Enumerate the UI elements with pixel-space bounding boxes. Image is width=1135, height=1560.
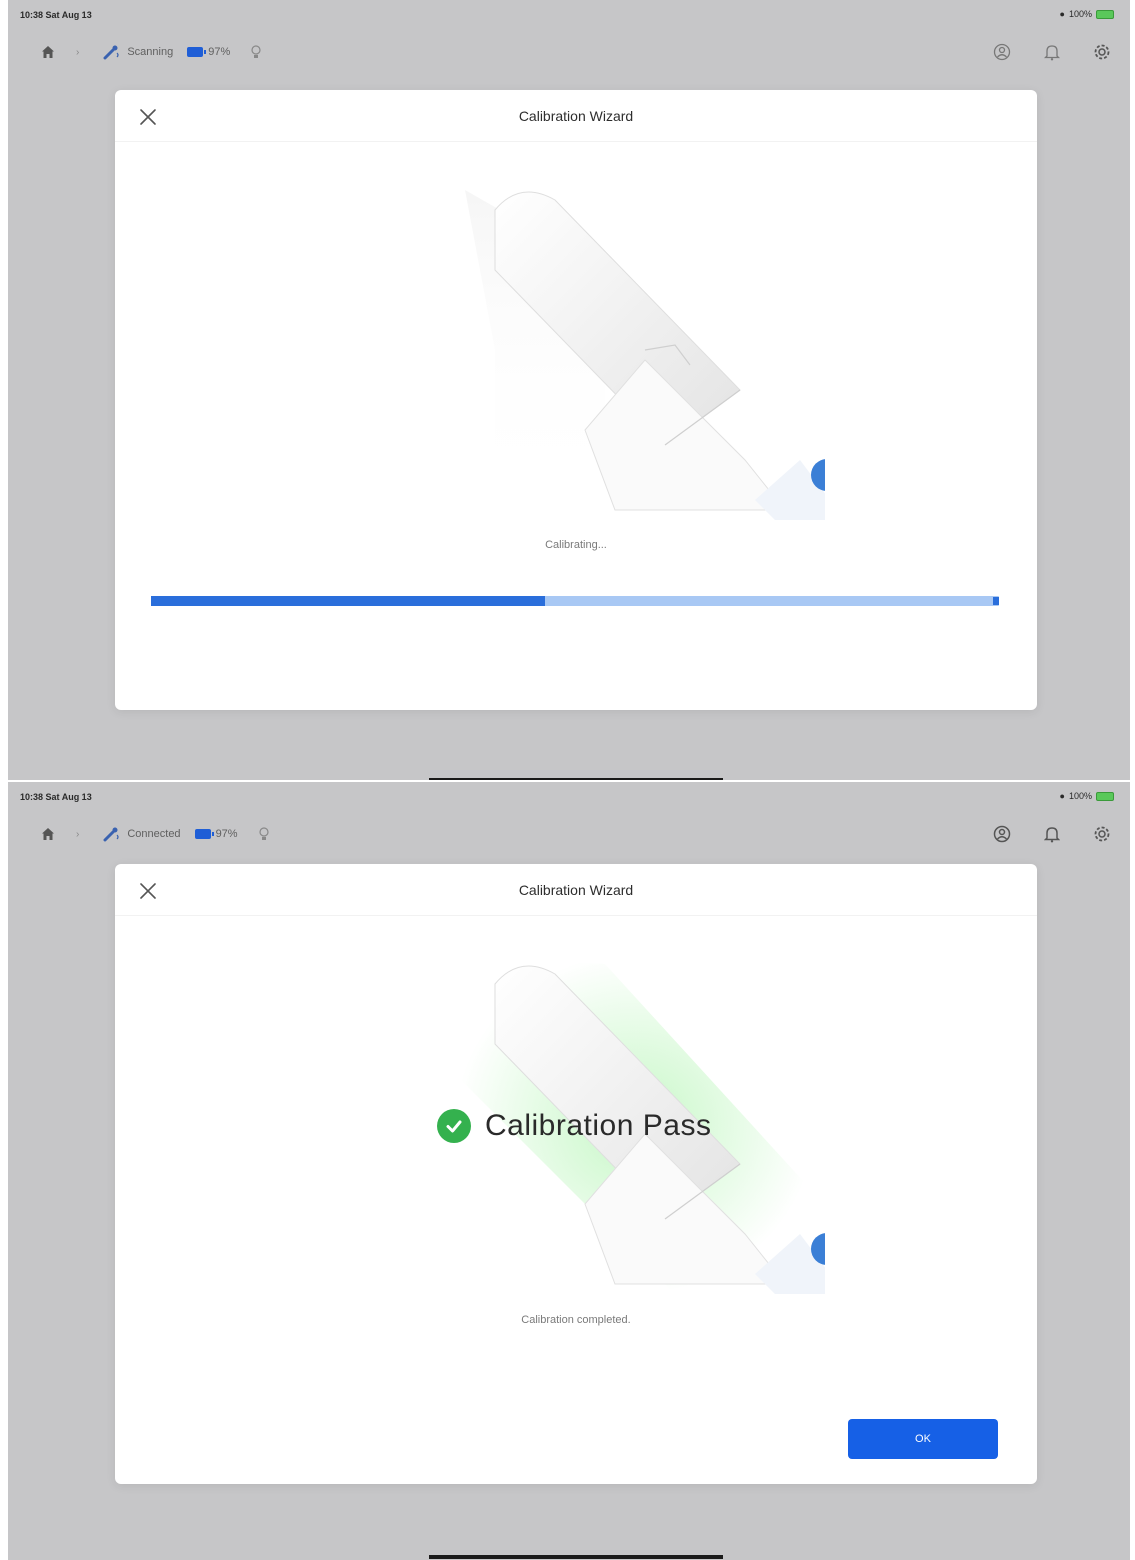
status-time: 10:38 Sat Aug 13: [20, 792, 92, 802]
check-circle-icon: [437, 1109, 471, 1143]
connection-indicator[interactable]: Scanning: [103, 44, 173, 60]
user-icon[interactable]: [990, 822, 1014, 846]
modal-title: Calibration Wizard: [518, 882, 634, 898]
toolbar-separator: ›: [76, 46, 80, 58]
light-bulb-icon[interactable]: [256, 826, 272, 842]
calibration-wizard-modal: Calibration Wizard Calibrating...: [115, 90, 1037, 710]
battery-icon: [1096, 791, 1114, 801]
screen-calibration-pass: 10:38 Sat Aug 13 ● 100% › Connected 97%: [8, 782, 1130, 1560]
battery-icon: [1096, 9, 1114, 19]
app-toolbar: › Connected 97%: [8, 814, 1130, 854]
device-battery-level: 97%: [208, 46, 231, 58]
home-indicator: [429, 1555, 723, 1559]
progress-end-marker: [993, 597, 999, 605]
status-battery-text: 100%: [1068, 9, 1092, 19]
toolbar-separator: ›: [76, 828, 80, 840]
status-time: 10:38 Sat Aug 13: [20, 10, 92, 20]
bell-icon[interactable]: [1040, 40, 1064, 64]
modal-title: Calibration Wizard: [518, 108, 634, 124]
status-bar: 10:38 Sat Aug 13 ● 100%: [8, 782, 1130, 808]
light-bulb-icon[interactable]: [248, 44, 264, 60]
calibration-status-text: Calibrating...: [545, 539, 607, 551]
modal-header: Calibration Wizard: [115, 864, 1037, 916]
progress-fill: [151, 596, 546, 606]
device-battery-level: 97%: [215, 828, 238, 840]
device-battery-icon: [194, 829, 214, 839]
bell-icon[interactable]: [1040, 822, 1064, 846]
screen-calibrating: 10:38 Sat Aug 13 ● 100% › Scanning 97% C…: [8, 0, 1130, 780]
scanner-icon: [103, 45, 119, 60]
gear-icon[interactable]: [1090, 40, 1114, 64]
wifi-icon: ●: [1059, 9, 1065, 19]
status-battery-text: 100%: [1068, 791, 1092, 801]
calibration-status-text: Calibration completed.: [521, 1314, 631, 1326]
device-battery: 97%: [187, 46, 230, 58]
scanner-icon: [103, 827, 119, 842]
wifi-icon: ●: [1059, 791, 1065, 801]
home-icon[interactable]: [38, 42, 58, 62]
scanner-device-illustration: [465, 190, 825, 520]
device-battery-icon: [187, 47, 207, 57]
app-toolbar: › Scanning 97%: [8, 32, 1130, 72]
status-bar: 10:38 Sat Aug 13 ● 100%: [8, 0, 1130, 26]
calibration-progress-bar: [151, 596, 999, 606]
user-icon[interactable]: [990, 40, 1014, 64]
device-battery: 97%: [194, 828, 238, 840]
home-icon[interactable]: [38, 824, 58, 844]
toolbar-right: [990, 822, 1114, 846]
status-right: ● 100%: [1060, 791, 1114, 801]
calibration-wizard-modal: Calibration Wizard Calibration Pass Cali…: [115, 864, 1037, 1484]
home-indicator: [429, 778, 723, 780]
calibration-pass-banner: Calibration Pass: [437, 1106, 711, 1146]
status-right: ● 100%: [1060, 9, 1114, 19]
ok-button[interactable]: OK: [848, 1419, 998, 1459]
toolbar-right: [990, 40, 1114, 64]
connection-status: Scanning: [127, 46, 174, 58]
calibration-result: Calibration Pass: [485, 1109, 712, 1142]
modal-header: Calibration Wizard: [115, 90, 1037, 142]
connection-indicator[interactable]: Connected: [103, 826, 181, 842]
connection-status: Connected: [127, 828, 181, 840]
gear-icon[interactable]: [1090, 822, 1114, 846]
